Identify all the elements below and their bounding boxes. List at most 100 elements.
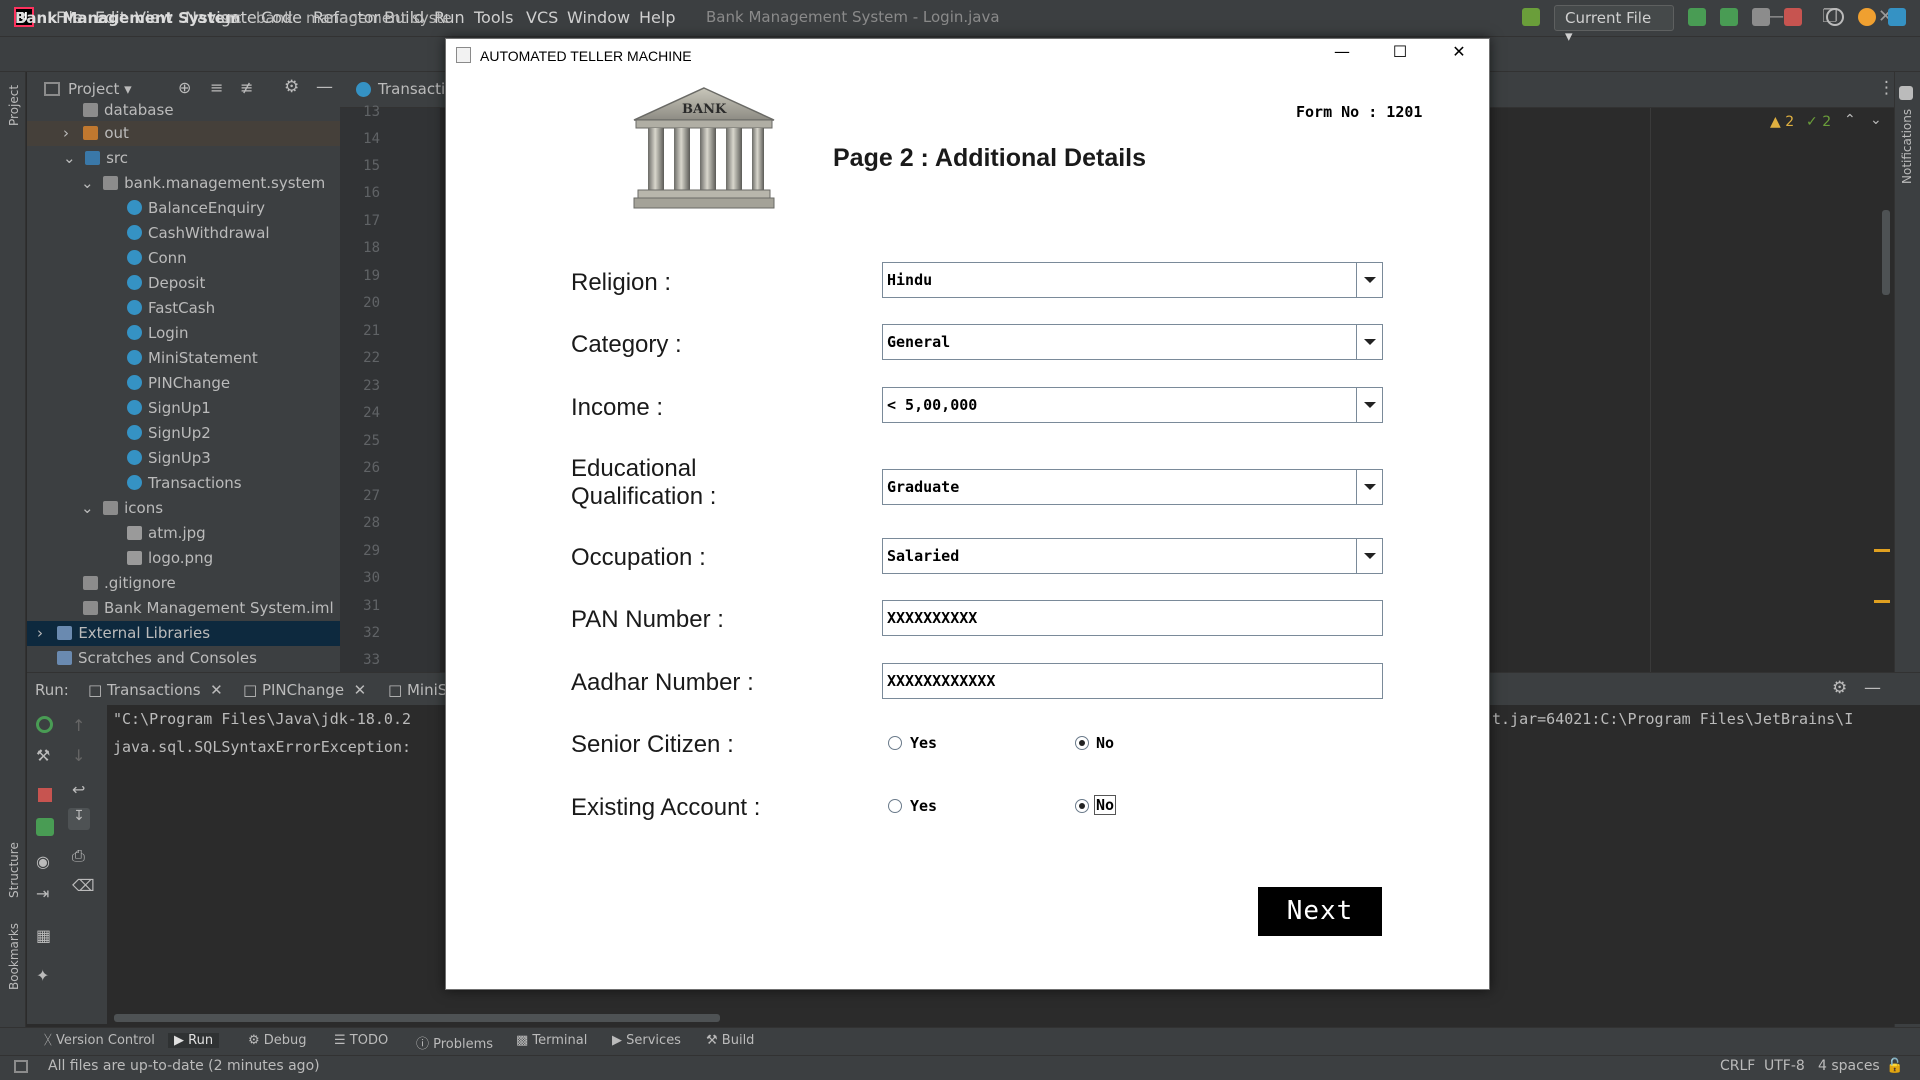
up-arrow-icon[interactable]: ↑ [72,716,85,735]
breadcrumb-management[interactable]: management [306,9,406,27]
tree-item-out[interactable]: › out [27,121,340,146]
run-hide-icon[interactable]: — [1864,678,1881,698]
tree-item-class[interactable]: SignUp3 [27,446,340,471]
dialog-minimize-icon[interactable]: — [1327,42,1357,61]
breadcrumb-bank[interactable]: bank [256,9,293,27]
tool-build[interactable]: ⚒ Build [706,1033,754,1048]
rerun-icon[interactable] [36,716,53,733]
down-arrow-icon[interactable]: ↓ [72,746,85,765]
tool-terminal[interactable]: ▩ Terminal [516,1033,587,1048]
tree-item-file[interactable]: .gitignore [27,571,340,596]
breadcrumb-project[interactable]: Bank Management System [15,9,241,27]
tree-item-external-libraries[interactable]: › External Libraries [27,621,340,646]
tree-item-package[interactable]: ⌄ bank.management.system [27,171,340,196]
status-line-separator[interactable]: CRLF [1720,1058,1755,1074]
existing-account-no-label[interactable]: No [1094,795,1117,815]
aadhar-input[interactable]: XXXXXXXXXXXX [882,663,1383,699]
tool-run[interactable]: ▶ Run [168,1033,220,1048]
run-tab-transactions[interactable]: □ Transactions ✕ [88,681,223,699]
tree-item-class[interactable]: CashWithdrawal [27,221,340,246]
debug-icon[interactable] [36,818,54,836]
existing-account-yes-radio[interactable] [888,799,902,813]
tree-item-class[interactable]: MiniStatement [27,346,340,371]
tree-item-file[interactable]: Bank Management System.iml [27,596,340,621]
chevron-down-icon[interactable] [1356,388,1382,422]
stripe-structure[interactable]: Structure [7,842,21,898]
rerun-icon[interactable] [1688,8,1706,26]
tree-item-class[interactable]: SignUp1 [27,396,340,421]
tree-item-src[interactable]: ⌄ src [27,146,340,171]
tool-debug[interactable]: ⚙ Debug [248,1033,307,1048]
chevron-down-icon[interactable] [1356,470,1382,504]
toolbox-icon[interactable] [1888,8,1906,26]
hide-panel-icon[interactable]: — [316,77,333,97]
camera-icon[interactable]: ◉ [36,852,50,871]
stripe-bookmarks[interactable]: Bookmarks [7,923,21,990]
existing-account-no-radio[interactable] [1075,799,1089,813]
next-button[interactable]: Next [1258,887,1382,936]
chevron-down-icon[interactable] [1356,539,1382,573]
inspection-warnings[interactable]: ▲ 2 [1770,114,1794,130]
tree-item-class[interactable]: SignUp2 [27,421,340,446]
lock-icon[interactable]: 🔓 [1886,1058,1903,1074]
expand-all-icon[interactable]: ≡ [210,78,223,97]
scroll-to-end-icon[interactable]: ↧ [68,808,90,830]
run-settings-gear-icon[interactable]: ⚙ [1832,678,1847,698]
pin-icon[interactable]: ✦ [36,966,49,985]
pan-input[interactable]: XXXXXXXXXX [882,600,1383,636]
tree-item-scratches[interactable]: Scratches and Consoles [27,646,340,671]
inspection-weak-warnings[interactable]: ✓ 2 [1806,114,1831,130]
tree-item-file[interactable]: atm.jpg [27,521,340,546]
coverage-icon[interactable] [1752,8,1770,26]
notifications-bell-icon[interactable] [1899,86,1913,100]
tree-item-class[interactable]: Deposit [27,271,340,296]
stripe-project[interactable]: Project [7,85,21,126]
search-icon[interactable] [1826,8,1844,26]
toggle-tool-windows-icon[interactable] [14,1060,28,1073]
status-indent[interactable]: 4 spaces [1818,1058,1880,1074]
editor-scrollbar[interactable] [1882,210,1890,295]
tree-item-class[interactable]: Login [27,321,340,346]
menu-tools[interactable]: Tools [474,8,513,27]
chevron-down-icon[interactable] [1356,263,1382,297]
project-panel-title[interactable]: Project ▾ [68,80,132,98]
update-icon[interactable] [1858,8,1876,26]
tree-item-class[interactable]: FastCash [27,296,340,321]
breadcrumb-src[interactable]: src [220,9,242,27]
education-select[interactable]: Graduate [882,469,1383,505]
dialog-maximize-icon[interactable]: ☐ [1385,42,1415,61]
tool-services[interactable]: ▶ Services [612,1033,681,1048]
senior-citizen-yes-label[interactable]: Yes [910,734,937,752]
editor-tab-transactions[interactable]: Transactio [378,80,454,98]
dialog-close-icon[interactable]: ✕ [1444,42,1474,61]
print-icon[interactable]: ⎙ [72,846,85,866]
run-tab-ministatement[interactable]: □ MiniS [388,681,447,699]
status-message[interactable]: All files are up-to-date (2 minutes ago) [48,1058,320,1074]
senior-citizen-no-label[interactable]: No [1096,734,1114,752]
occupation-select[interactable]: Salaried [882,538,1383,574]
category-select[interactable]: General [882,324,1383,360]
tool-problems[interactable]: ⓘ Problems [416,1033,493,1052]
exit-icon[interactable]: ⇥ [36,884,49,903]
tree-item-database[interactable]: database [27,98,340,123]
stop-icon[interactable] [1784,8,1802,26]
locate-icon[interactable]: ⊕ [178,78,191,97]
tree-item-class[interactable]: PINChange [27,371,340,396]
tool-version-control[interactable]: ᚷ Version Control [44,1033,155,1048]
gear-icon[interactable]: ⚙ [284,77,299,97]
layout-icon[interactable]: ▦ [36,926,51,945]
build-hammer-icon[interactable] [1522,8,1540,26]
stop-icon[interactable] [38,788,52,802]
trash-icon[interactable]: ⌫ [72,876,95,895]
run-tab-pinchange[interactable]: □ PINChange ✕ [243,681,366,699]
warning-stripe-marker[interactable] [1874,549,1890,552]
console-horizontal-scrollbar[interactable] [114,1014,720,1022]
soft-wrap-icon[interactable]: ↩ [72,780,85,799]
tree-item-class[interactable]: Conn [27,246,340,271]
chevron-down-icon[interactable] [1356,325,1382,359]
next-highlight-icon[interactable]: ⌄ [1870,112,1882,128]
existing-account-yes-label[interactable]: Yes [910,797,937,815]
more-options-icon[interactable]: ⋮ [1878,78,1895,98]
status-encoding[interactable]: UTF-8 [1764,1058,1805,1074]
tree-item-file[interactable]: logo.png [27,546,340,571]
